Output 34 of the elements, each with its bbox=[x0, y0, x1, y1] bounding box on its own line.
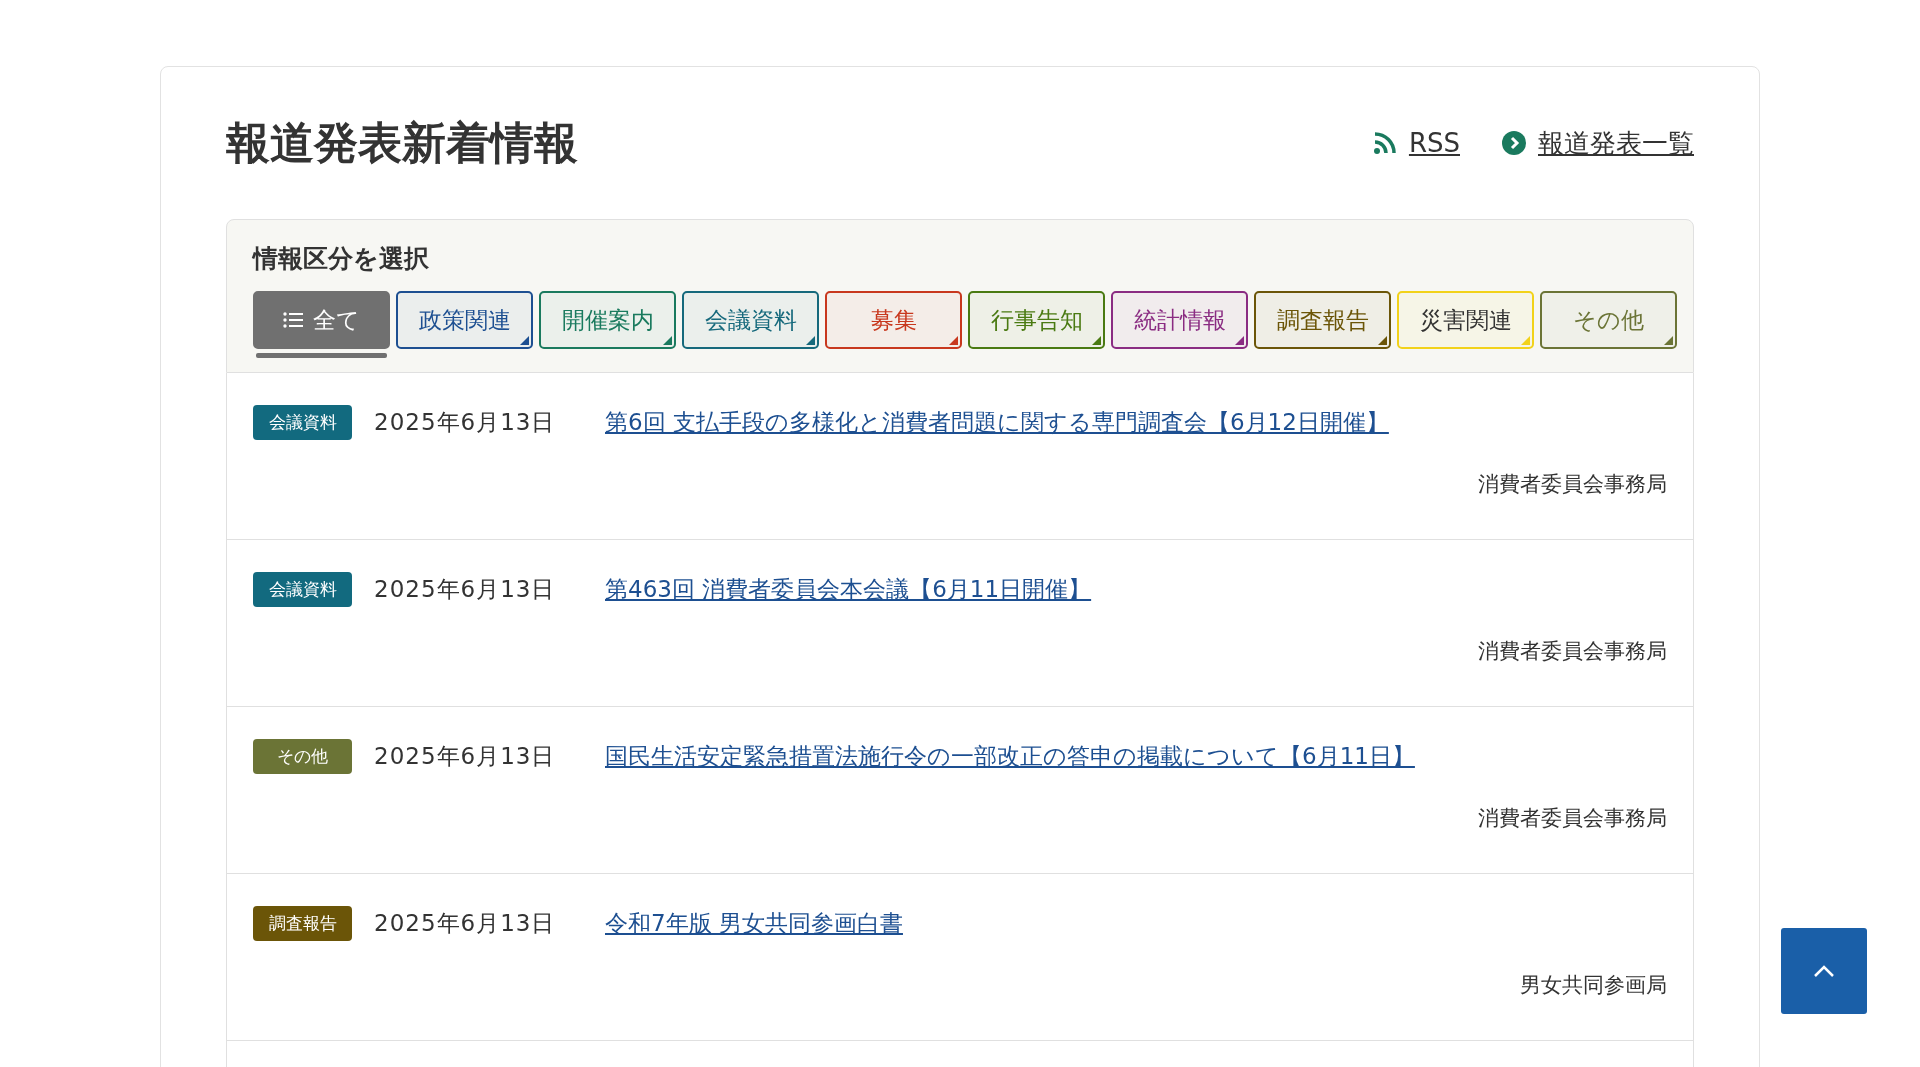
news-link[interactable]: 第463回 消費者委員会本会議【6月11日開催】 bbox=[605, 574, 1092, 605]
list-icon bbox=[283, 312, 303, 328]
news-source: 消費者委員会事務局 bbox=[1477, 638, 1667, 665]
filter-tab[interactable]: 全て bbox=[253, 291, 390, 349]
filter-tab[interactable]: 調査報告 bbox=[1254, 291, 1391, 349]
filter-tab[interactable]: 政策関連 bbox=[396, 291, 533, 349]
filter-tab[interactable]: 募集 bbox=[825, 291, 962, 349]
filter-tab[interactable]: 行事告知 bbox=[968, 291, 1105, 349]
news-date: 2025年6月13日 bbox=[374, 408, 557, 437]
filter-tab[interactable]: その他 bbox=[1540, 291, 1677, 349]
filter-tab[interactable]: 会議資料 bbox=[682, 291, 819, 349]
filter-tab[interactable]: 統計情報 bbox=[1111, 291, 1248, 349]
news-source: 消費者委員会事務局 bbox=[1477, 805, 1667, 832]
news-date: 2025年6月13日 bbox=[374, 742, 557, 771]
header-link[interactable]: RSS bbox=[1372, 125, 1460, 161]
section-title: 報道発表新着情報 bbox=[226, 115, 578, 170]
filter-tab[interactable]: 災害関連 bbox=[1397, 291, 1534, 349]
news-source: 消費者委員会事務局 bbox=[1477, 471, 1667, 498]
category-tag: その他 bbox=[253, 739, 352, 774]
chevron-up-icon bbox=[1813, 964, 1835, 978]
news-date: 2025年6月13日 bbox=[374, 575, 557, 604]
category-tag: 調査報告 bbox=[253, 906, 352, 941]
news-link[interactable]: 第6回 支払手段の多様化と消費者問題に関する専門調査会【6月12日開催】 bbox=[605, 407, 1389, 438]
back-to-top-button[interactable] bbox=[1781, 928, 1867, 1014]
news-date: 2025年6月13日 bbox=[374, 909, 557, 938]
rss-icon bbox=[1372, 131, 1397, 155]
chevron-circle-icon bbox=[1502, 131, 1526, 155]
news-link[interactable]: 国民生活安定緊急措置法施行令の一部改正の答申の掲載について【6月11日】 bbox=[605, 741, 1415, 772]
category-tag: 会議資料 bbox=[253, 405, 352, 440]
filter-tab[interactable]: 開催案内 bbox=[539, 291, 676, 349]
filter-heading: 情報区分を選択 bbox=[253, 243, 430, 275]
category-tag: 会議資料 bbox=[253, 572, 352, 607]
news-link[interactable]: 令和7年版 男女共同参画白書 bbox=[605, 908, 903, 939]
news-source: 男女共同参画局 bbox=[1519, 972, 1667, 999]
